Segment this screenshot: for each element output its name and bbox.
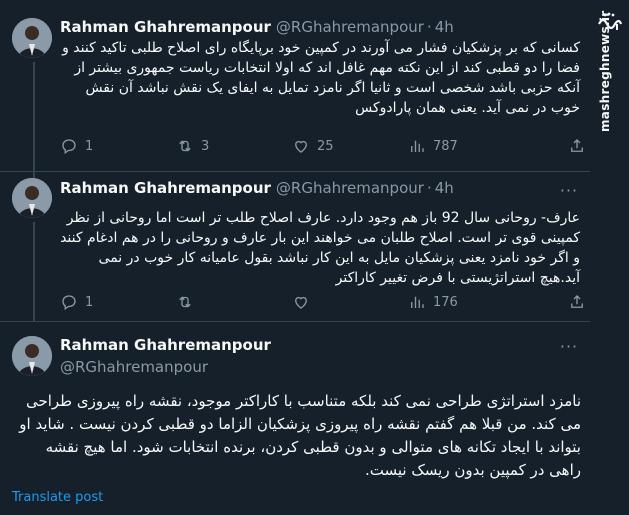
more-options-button[interactable]: ··· xyxy=(558,336,580,356)
views-icon xyxy=(411,140,424,152)
more-icon: ··· xyxy=(559,180,579,200)
tweet-1[interactable]: Rahman Ghahremanpour @RGhahremanpour · 4… xyxy=(0,0,590,172)
tweet-text: عارف- روحانی سال 92 باز هم وجود دارد. عا… xyxy=(60,210,580,286)
reply-icon xyxy=(62,295,76,311)
timestamp[interactable]: 4h xyxy=(435,179,454,197)
tweet-text: نامزد استراتژی طراحی نمی کند بلکه متناسب… xyxy=(19,392,581,479)
reply-icon xyxy=(62,139,76,155)
thread-line xyxy=(33,222,35,322)
author-handle[interactable]: @RGhahremanpour xyxy=(60,358,208,376)
avatar[interactable] xyxy=(12,178,52,218)
views-icon xyxy=(411,296,424,308)
retweet-button[interactable]: 3 xyxy=(176,137,209,155)
like-icon xyxy=(295,140,307,153)
author-name[interactable]: Rahman Ghahremanpour xyxy=(60,18,271,36)
share-icon xyxy=(571,295,583,308)
tweet-header: Rahman Ghahremanpour @RGhahremanpour · 4… xyxy=(60,178,454,198)
tweet-header: Rahman Ghahremanpour @RGhahremanpour · 4… xyxy=(60,17,454,37)
translate-post-link[interactable]: Translate post xyxy=(12,490,103,505)
like-button[interactable] xyxy=(292,293,317,311)
views-button[interactable]: 176 xyxy=(408,293,458,311)
avatar-image xyxy=(12,336,52,376)
tweet-3[interactable]: Rahman Ghahremanpour @RGhahremanpour ···… xyxy=(0,322,590,515)
avatar-image xyxy=(12,18,52,58)
retweet-icon xyxy=(179,296,191,308)
author-name[interactable]: Rahman Ghahremanpour xyxy=(60,336,271,354)
watermark-site: mashreghnews.ir xyxy=(598,10,612,132)
action-bar: 1 3 25 787 xyxy=(60,136,590,156)
share-button[interactable] xyxy=(568,137,586,155)
avatar-image xyxy=(12,178,52,218)
author-name[interactable]: Rahman Ghahremanpour xyxy=(60,179,271,197)
reply-button[interactable]: 1 xyxy=(60,137,93,155)
like-button[interactable]: 25 xyxy=(292,137,334,155)
more-icon: ··· xyxy=(559,336,579,356)
tweet-text: کسانی که بر پزشکیان فشار می آورند در کمپ… xyxy=(62,40,580,116)
reply-count: 1 xyxy=(85,138,94,154)
more-options-button[interactable]: ··· xyxy=(558,180,580,200)
author-handle[interactable]: @RGhahremanpour xyxy=(276,179,424,197)
separator-dot: · xyxy=(426,179,432,197)
share-icon xyxy=(571,139,583,152)
separator-dot: · xyxy=(426,18,432,36)
views-button[interactable]: 787 xyxy=(408,137,458,155)
author-handle[interactable]: @RGhahremanpour xyxy=(276,18,424,36)
avatar[interactable] xyxy=(12,18,52,58)
tweet-2[interactable]: Rahman Ghahremanpour @RGhahremanpour · 4… xyxy=(0,172,590,322)
reply-count: 1 xyxy=(85,294,94,310)
view-count: 787 xyxy=(433,138,458,154)
watermark: mashreghnews.ir xyxy=(596,6,624,506)
retweet-count: 3 xyxy=(201,138,210,154)
action-bar: 1 176 xyxy=(60,292,590,312)
reply-button[interactable]: 1 xyxy=(60,293,93,311)
avatar[interactable] xyxy=(12,336,52,376)
view-count: 176 xyxy=(433,294,458,310)
thread-line xyxy=(33,62,35,172)
retweet-icon xyxy=(179,140,191,152)
like-count: 25 xyxy=(317,138,334,154)
retweet-button[interactable] xyxy=(176,293,201,311)
like-icon xyxy=(295,296,307,309)
share-button[interactable] xyxy=(568,293,586,311)
timestamp[interactable]: 4h xyxy=(435,18,454,36)
